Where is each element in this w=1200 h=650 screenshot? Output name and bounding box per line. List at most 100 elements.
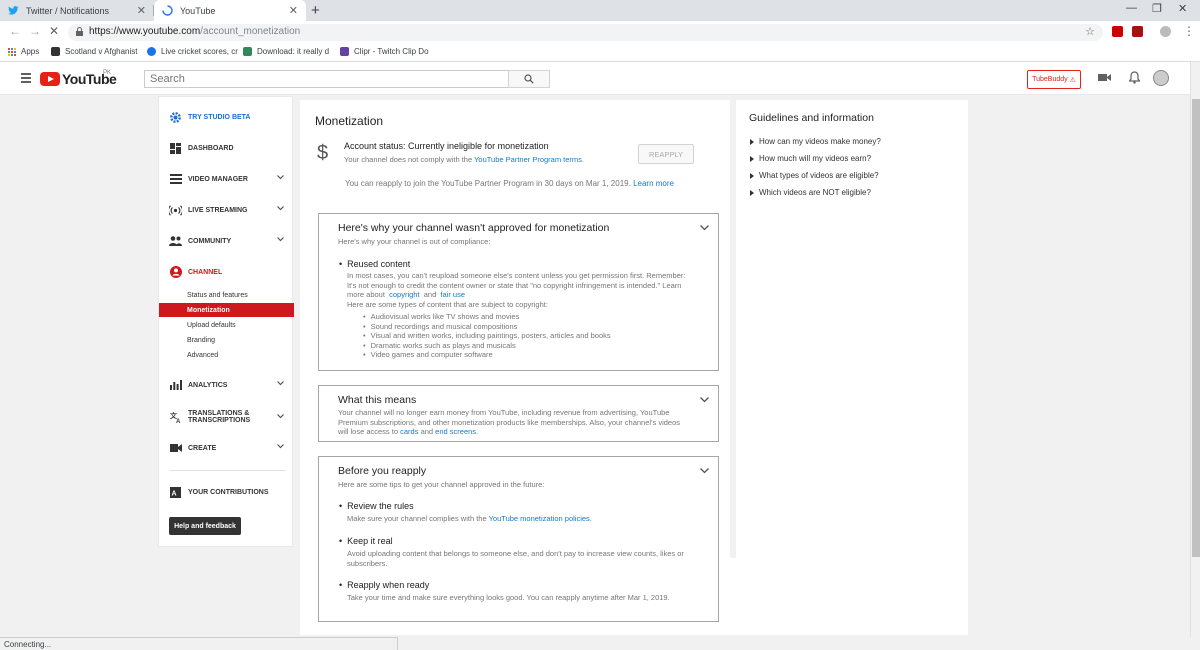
nav-dashboard[interactable]: DASHBOARD: [159, 138, 294, 158]
live-streaming-icon: [169, 204, 182, 217]
guideline-link[interactable]: How much will my videos earn?: [750, 154, 871, 163]
learn-more-link[interactable]: Learn more: [633, 179, 674, 188]
bookmark-apps[interactable]: Apps: [8, 47, 39, 56]
chevron-down-icon[interactable]: [277, 237, 284, 242]
nav-community[interactable]: COMMUNITY: [159, 231, 294, 251]
menu-dots-icon[interactable]: ⋮: [1183, 24, 1195, 38]
panel-subheading: Here's why your channel is out of compli…: [338, 237, 491, 246]
subnav-advanced[interactable]: Advanced: [159, 348, 294, 362]
list-item: Sound recordings and musical composition…: [363, 322, 611, 332]
close-window-icon[interactable]: ✕: [1178, 2, 1187, 15]
browser-toolbar: ← → ✕ https://www.youtube.com/account_mo…: [0, 21, 1200, 43]
tab-twitter[interactable]: Twitter / Notifications ✕: [0, 0, 154, 21]
search-button[interactable]: [508, 70, 550, 88]
chevron-down-icon[interactable]: [277, 444, 284, 449]
hamburger-menu-icon[interactable]: [21, 73, 31, 85]
account-status-detail: Your channel does not comply with the Yo…: [344, 155, 584, 164]
leaf-icon: [243, 47, 252, 56]
chevron-down-icon[interactable]: [700, 225, 709, 231]
guideline-link[interactable]: How can my videos make money?: [750, 137, 881, 146]
tab-title: YouTube: [180, 5, 216, 16]
copyright-link[interactable]: copyright: [389, 290, 419, 299]
tip-text: Avoid uploading content that belongs to …: [347, 549, 719, 568]
text-line: more about copyright and fair use: [347, 290, 719, 300]
subnav-label: Monetization: [187, 306, 230, 314]
stop-loading-icon[interactable]: ✕: [49, 24, 59, 38]
back-icon[interactable]: ←: [9, 24, 21, 38]
nav-label: TRY STUDIO BETA: [188, 113, 251, 121]
bookmark-label: Scotland v Afghanist: [65, 47, 138, 56]
search-input[interactable]: Search: [144, 70, 509, 88]
nav-live-streaming[interactable]: LIVE STREAMING: [159, 200, 294, 220]
notifications-bell-icon[interactable]: [1129, 71, 1140, 84]
end-screens-link[interactable]: end screens: [435, 427, 476, 436]
profile-icon[interactable]: [1160, 26, 1171, 37]
globe-icon: [147, 47, 156, 56]
subnav-monetization[interactable]: Monetization: [159, 303, 294, 317]
page-scrollbar[interactable]: [1190, 62, 1200, 637]
minimize-icon[interactable]: —: [1126, 2, 1137, 14]
guidelines-card: Guidelines and information How can my vi…: [736, 100, 968, 558]
nav-label: COMMUNITY: [188, 237, 232, 245]
close-tab-icon[interactable]: ✕: [137, 4, 146, 17]
chevron-down-icon[interactable]: [277, 414, 284, 419]
bookmark-cricket[interactable]: Live cricket scores, cr: [147, 47, 238, 56]
nav-label: ANALYTICS: [188, 381, 228, 389]
extension-icon[interactable]: [1112, 26, 1123, 37]
bookmark-download[interactable]: Download: it really d: [243, 47, 329, 56]
subnav-upload-defaults[interactable]: Upload defaults: [159, 318, 294, 332]
tubebuddy-button[interactable]: TubeBuddy ⚠: [1027, 70, 1081, 89]
video-manager-icon: [169, 173, 182, 186]
avatar[interactable]: [1153, 70, 1169, 86]
chevron-down-icon[interactable]: [700, 397, 709, 403]
subnav-branding[interactable]: Branding: [159, 333, 294, 347]
text-line: It's not enough to credit the content ow…: [347, 280, 682, 290]
chevron-down-icon[interactable]: [277, 206, 284, 211]
warning-icon: ⚠: [1069, 76, 1076, 84]
partner-program-terms-link[interactable]: YouTube Partner Program terms: [474, 155, 582, 164]
apps-grid-icon: [8, 47, 16, 56]
new-tab-icon[interactable]: +: [311, 2, 320, 19]
forward-icon[interactable]: →: [29, 24, 41, 38]
creator-studio-sidebar: TRY STUDIO BETA DASHBOARD VIDEO MANAGER …: [158, 96, 294, 547]
tip-keep-it-real: Keep it real: [339, 536, 393, 546]
chevron-down-icon[interactable]: [277, 381, 284, 386]
lock-icon: [76, 27, 83, 36]
status-text: Connecting...: [4, 640, 52, 649]
panel-subheading: Here are some tips to get your channel a…: [338, 480, 545, 489]
nav-channel[interactable]: CHANNEL: [159, 262, 294, 282]
guideline-link[interactable]: Which videos are NOT eligible?: [750, 188, 871, 197]
copyright-types-list: Audiovisual works like TV shows and movi…: [363, 312, 611, 360]
cards-link[interactable]: cards: [400, 427, 418, 436]
tab-youtube[interactable]: YouTube ✕: [154, 0, 306, 21]
close-tab-icon[interactable]: ✕: [289, 4, 298, 17]
address-bar[interactable]: https://www.youtube.com/account_monetiza…: [68, 24, 1103, 41]
bookmark-clipr[interactable]: Clipr - Twitch Clip Do: [340, 47, 429, 56]
nav-try-studio-beta[interactable]: TRY STUDIO BETA: [159, 107, 294, 127]
bookmark-star-icon[interactable]: ☆: [1085, 25, 1095, 38]
subnav-status-and-features[interactable]: Status and features: [159, 288, 294, 302]
chevron-down-icon[interactable]: [700, 468, 709, 474]
community-people-icon: [169, 235, 182, 248]
upload-video-icon[interactable]: [1098, 72, 1111, 83]
nav-translations[interactable]: 文A TRANSLATIONS & TRANSCRIPTIONS: [159, 406, 294, 428]
chevron-down-icon[interactable]: [277, 175, 284, 180]
nav-video-manager[interactable]: VIDEO MANAGER: [159, 169, 294, 189]
guideline-link[interactable]: What types of videos are eligible?: [750, 171, 879, 180]
nav-label: LIVE STREAMING: [188, 206, 248, 214]
guidelines-title: Guidelines and information: [749, 112, 874, 124]
extension-chart-icon[interactable]: [1132, 26, 1143, 37]
monetization-policies-link[interactable]: YouTube monetization policies: [489, 514, 590, 523]
fair-use-link[interactable]: fair use: [440, 290, 465, 299]
nav-create[interactable]: CREATE: [159, 438, 294, 458]
tip-review-rules: Review the rules: [339, 501, 414, 511]
restore-icon[interactable]: ❐: [1152, 2, 1162, 15]
nav-your-contributions[interactable]: A YOUR CONTRIBUTIONS: [159, 482, 294, 502]
nav-analytics[interactable]: ANALYTICS: [159, 375, 294, 395]
scrollbar-thumb[interactable]: [1192, 99, 1200, 557]
help-and-feedback-button[interactable]: Help and feedback: [169, 517, 241, 535]
youtube-play-icon: [40, 72, 60, 86]
bookmark-scotland[interactable]: Scotland v Afghanist: [51, 47, 138, 56]
text-line: Premium subscriptions, and other monetiz…: [338, 417, 681, 427]
reapply-button[interactable]: REAPPLY: [638, 144, 694, 164]
